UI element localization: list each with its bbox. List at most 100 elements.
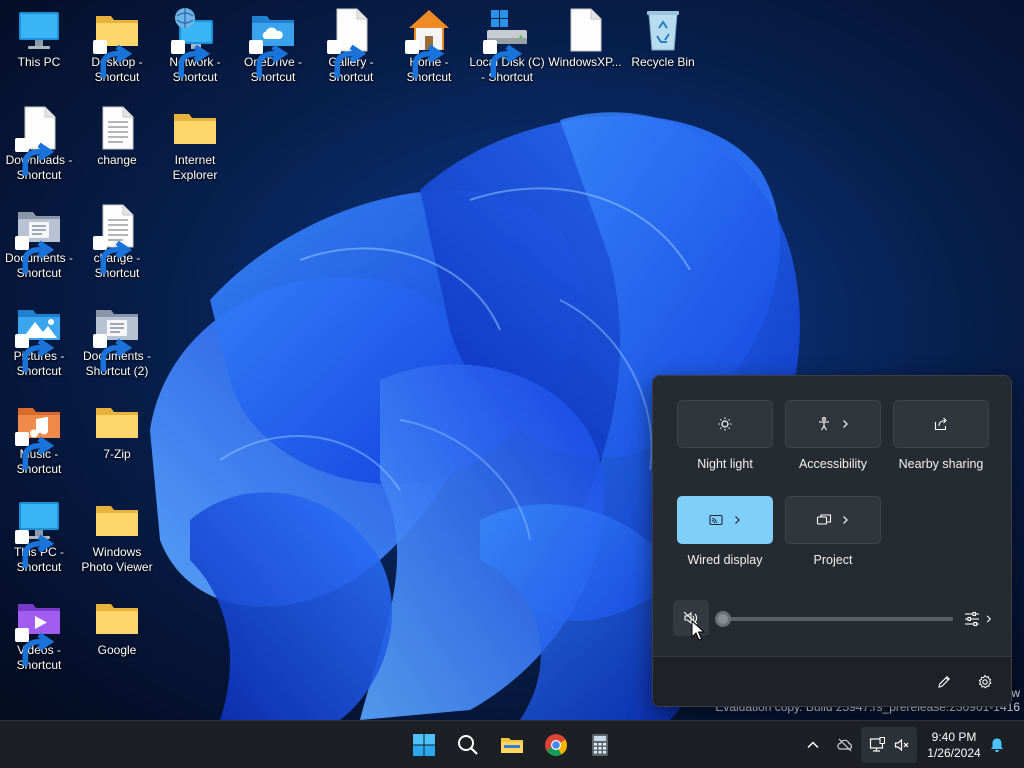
drive-icon (483, 6, 531, 78)
taskbar: 9:40 PM 1/26/2024 (0, 720, 1024, 768)
document-icon (561, 6, 609, 54)
desktop-icon-label: change (97, 153, 137, 167)
monitor-icon (15, 6, 63, 54)
shortcut-arrow-icon (93, 40, 133, 78)
desktop-icon[interactable]: Windows Photo Viewer (78, 490, 156, 582)
document-icon (15, 104, 63, 176)
shortcut-arrow-icon (171, 40, 211, 78)
documents-folder-icon (93, 300, 141, 372)
tile-label: Wired display (687, 553, 763, 567)
desktop-icon[interactable]: Network - Shortcut (156, 0, 234, 92)
shortcut-arrow-icon (15, 432, 55, 470)
chevron-right-icon (843, 420, 848, 428)
desktop-icon[interactable]: Home - Shortcut (390, 0, 468, 92)
calculator-icon (592, 734, 608, 756)
network-icon (869, 737, 885, 752)
desktop-icon[interactable]: Desktop - Shortcut (78, 0, 156, 92)
search-icon (458, 735, 478, 755)
chrome-button[interactable] (540, 729, 572, 761)
edit-quick-settings-button[interactable] (933, 671, 955, 693)
shortcut-arrow-icon (249, 40, 289, 78)
pencil-icon (938, 676, 950, 688)
cast-icon (709, 514, 723, 526)
desktop-icon[interactable]: change (78, 98, 156, 190)
folder-icon (171, 104, 219, 152)
videos-folder-icon (15, 594, 63, 666)
settings-button[interactable] (974, 671, 996, 693)
pictures-folder-icon (15, 300, 63, 372)
desktop-icon[interactable]: OneDrive - Shortcut (234, 0, 312, 92)
start-button[interactable] (408, 729, 440, 761)
volume-slider-track[interactable] (721, 617, 953, 621)
gear-icon (978, 674, 992, 689)
documents-folder-icon (15, 202, 63, 274)
folder-icon (93, 398, 141, 446)
chevron-right-icon (735, 516, 740, 524)
tile-nearby-sharing[interactable] (893, 400, 989, 448)
desktop-icon[interactable]: Downloads - Shortcut (0, 98, 78, 190)
project-icon (816, 514, 832, 525)
shortcut-arrow-icon (15, 236, 55, 274)
desktop-icon-label: 7-Zip (103, 447, 131, 461)
desktop-icon[interactable]: This PC - Shortcut (0, 490, 78, 582)
search-button[interactable] (452, 729, 484, 761)
desktop-icon[interactable]: 7-Zip (78, 392, 156, 484)
desktop-icon[interactable]: Recycle Bin (624, 0, 702, 92)
volume-slider-thumb[interactable] (715, 611, 731, 627)
desktop-icon[interactable]: WindowsXP... (546, 0, 624, 92)
notification-bell-icon (991, 738, 1003, 752)
document-icon (327, 6, 375, 78)
home-icon (405, 6, 453, 78)
clock-date: 1/26/2024 (927, 746, 981, 760)
text-file-icon (93, 104, 141, 152)
desktop-icon[interactable]: Documents - Shortcut (2) (78, 294, 156, 386)
notification-center-button[interactable] (985, 733, 1009, 757)
tile-night-light[interactable] (677, 400, 773, 448)
desktop-icon[interactable]: change - Shortcut (78, 196, 156, 288)
desktop-icon[interactable]: Google (78, 588, 156, 680)
desktop-icon[interactable]: Documents - Shortcut (0, 196, 78, 288)
folder-icon (93, 496, 141, 544)
start-icon (413, 734, 435, 756)
desktop-icon-label: WindowsXP... (548, 55, 622, 69)
sound-mixer-icon (965, 611, 979, 627)
onedrive-folder-icon (249, 6, 297, 78)
calculator-button[interactable] (584, 729, 616, 761)
desktop-icon[interactable]: Internet Explorer (156, 98, 234, 190)
text-file-icon (93, 202, 141, 274)
shortcut-arrow-icon (15, 334, 55, 372)
file-explorer-button[interactable] (496, 729, 528, 761)
desktop-icon-label: Internet Explorer (172, 153, 218, 182)
volume-muted-icon (894, 738, 909, 752)
mouse-cursor (691, 620, 705, 641)
desktop-icon[interactable]: Pictures - Shortcut (0, 294, 78, 386)
desktop-icon[interactable]: Gallery - Shortcut (312, 0, 390, 92)
tile-project[interactable] (785, 496, 881, 544)
shortcut-arrow-icon (405, 40, 445, 78)
tile-accessibility[interactable] (785, 400, 881, 448)
folder-icon (93, 6, 141, 78)
tile-label: Night light (697, 457, 753, 471)
clock-time: 9:40 PM (931, 730, 977, 744)
onedrive-tray-button[interactable] (833, 733, 857, 757)
tile-wired-display[interactable] (677, 496, 773, 544)
desktop-icon[interactable]: Music - Shortcut (0, 392, 78, 484)
music-folder-icon (15, 398, 63, 470)
show-hidden-icons-button[interactable] (801, 733, 825, 757)
desktop-icon[interactable]: This PC (0, 0, 78, 92)
shortcut-arrow-icon (15, 628, 55, 666)
desktop-icon-label: Recycle Bin (631, 55, 695, 69)
shortcut-arrow-icon (327, 40, 367, 78)
desktop-icon[interactable]: Videos - Shortcut (0, 588, 78, 680)
desktop-icon[interactable]: Local Disk (C) - Shortcut (468, 0, 546, 92)
shortcut-arrow-icon (93, 334, 133, 372)
volume-mixer-button[interactable] (963, 608, 995, 630)
network-icon (171, 6, 219, 78)
share-icon (934, 417, 947, 431)
clock[interactable]: 9:40 PM 1/26/2024 (920, 729, 988, 761)
monitor-icon (15, 496, 63, 568)
tile-label: Nearby sharing (898, 457, 984, 471)
recycle-bin-icon (639, 6, 687, 54)
quick-settings-panel: Night light Accessibility Nearby sharing… (652, 375, 1012, 707)
tile-label: Accessibility (798, 457, 868, 471)
